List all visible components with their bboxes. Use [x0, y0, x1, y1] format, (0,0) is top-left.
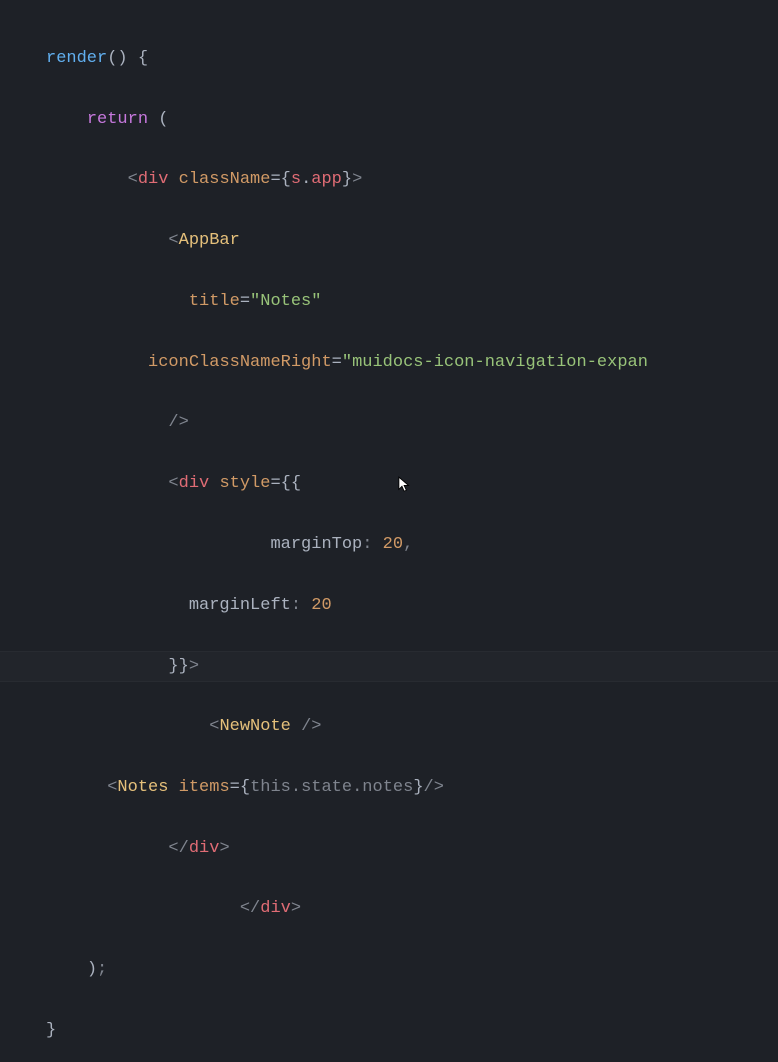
string-muidocs: "muidocs-icon-navigation-expan — [342, 353, 648, 372]
brace-open: { — [281, 170, 291, 189]
paren-close: ) — [117, 49, 127, 68]
code-line: </div> — [0, 894, 778, 925]
code-line: title="Notes" — [0, 287, 778, 318]
angle-close: > — [189, 657, 199, 676]
brace-close: } — [413, 778, 423, 797]
brace-open: { — [281, 474, 291, 493]
angle-close: > — [179, 413, 189, 432]
expr-app: app — [311, 170, 342, 189]
code-line: <div className={s.app}> — [0, 165, 778, 196]
code-line: render() { — [0, 44, 778, 75]
jsx-tag-div-close: div — [260, 899, 291, 918]
close-slash: / — [250, 899, 260, 918]
attr-items: items — [179, 778, 230, 797]
paren-open: ( — [107, 49, 117, 68]
code-line: iconClassNameRight="muidocs-icon-navigat… — [0, 348, 778, 379]
expr-notes: notes — [362, 778, 413, 797]
self-close-slash: / — [301, 717, 311, 736]
dot: . — [301, 170, 311, 189]
attr-iconclassnameright: iconClassNameRight — [148, 353, 332, 372]
equals: = — [270, 170, 280, 189]
angle-close: > — [434, 778, 444, 797]
string-notes: "Notes" — [250, 292, 321, 311]
attr-title: title — [189, 292, 240, 311]
equals: = — [230, 778, 240, 797]
code-line-highlighted: }}> — [0, 651, 778, 682]
equals: = — [240, 292, 250, 311]
number-20: 20 — [311, 596, 331, 615]
brace-close: } — [179, 657, 189, 676]
angle-close: > — [352, 170, 362, 189]
expr-state: state — [301, 778, 352, 797]
attr-style: style — [219, 474, 270, 493]
attr-classname: className — [179, 170, 271, 189]
brace-close: } — [46, 1021, 56, 1040]
paren-open: ( — [158, 110, 168, 129]
code-line: </div> — [0, 834, 778, 865]
code-editor[interactable]: render() { return ( <div className={s.ap… — [0, 0, 778, 1062]
self-close-slash: / — [424, 778, 434, 797]
prop-marginleft: marginLeft — [189, 596, 291, 615]
angle-close: > — [291, 899, 301, 918]
angle-close: > — [311, 717, 321, 736]
code-line: <div style={{ — [0, 469, 778, 500]
prop-margintop: marginTop — [270, 535, 362, 554]
brace-open: { — [240, 778, 250, 797]
jsx-component-notes: Notes — [117, 778, 168, 797]
paren-close: ) — [87, 960, 97, 979]
code-line: <AppBar — [0, 226, 778, 257]
code-line: ); — [0, 955, 778, 986]
code-line: <NewNote /> — [0, 712, 778, 743]
angle-open: < — [168, 839, 178, 858]
keyword-return: return — [87, 110, 148, 129]
angle-open: < — [240, 899, 250, 918]
code-line: <Notes items={this.state.notes}/> — [0, 773, 778, 804]
angle-open: < — [107, 778, 117, 797]
dot: . — [352, 778, 362, 797]
comma: , — [403, 535, 413, 554]
colon: : — [291, 596, 301, 615]
code-line: /> — [0, 408, 778, 439]
code-line: } — [0, 1016, 778, 1047]
jsx-tag-div-close: div — [189, 839, 220, 858]
brace-close: } — [342, 170, 352, 189]
brace-open: { — [291, 474, 301, 493]
brace-open: { — [138, 49, 148, 68]
semicolon: ; — [97, 960, 107, 979]
jsx-tag-div: div — [179, 474, 210, 493]
angle-open: < — [209, 717, 219, 736]
code-line: marginLeft: 20 — [0, 591, 778, 622]
number-20: 20 — [383, 535, 403, 554]
dot: . — [291, 778, 301, 797]
jsx-component-appbar: AppBar — [179, 231, 240, 250]
code-line: marginTop: 20, — [0, 530, 778, 561]
close-slash: / — [179, 839, 189, 858]
colon: : — [362, 535, 372, 554]
expr-s: s — [291, 170, 301, 189]
jsx-tag-div: div — [138, 170, 169, 189]
angle-open: < — [168, 231, 178, 250]
code-line: return ( — [0, 105, 778, 136]
jsx-component-newnote: NewNote — [219, 717, 290, 736]
angle-open: < — [128, 170, 138, 189]
equals: = — [332, 353, 342, 372]
angle-close: > — [219, 839, 229, 858]
equals: = — [270, 474, 280, 493]
method-name: render — [46, 49, 107, 68]
expr-this: this — [250, 778, 291, 797]
angle-open: < — [168, 474, 178, 493]
brace-close: } — [168, 657, 178, 676]
self-close-slash: / — [168, 413, 178, 432]
